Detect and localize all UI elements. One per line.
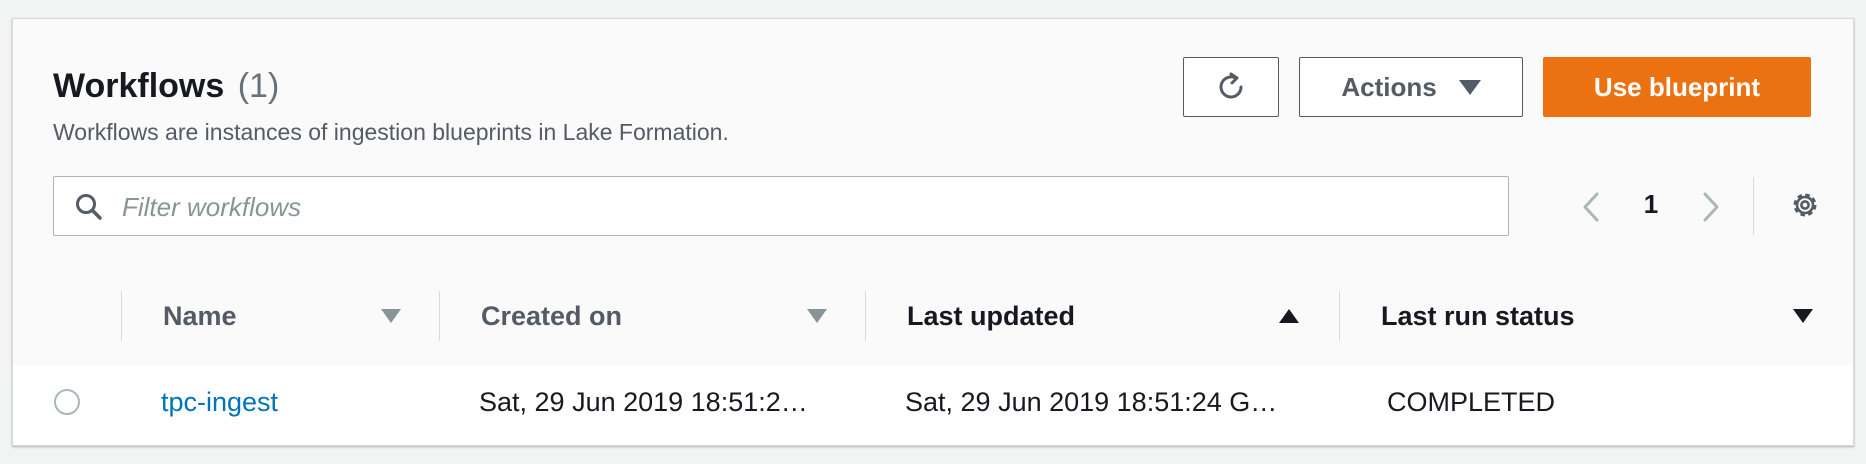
actions-dropdown-button[interactable]: Actions: [1299, 57, 1523, 117]
sort-created-on-icon[interactable]: [807, 309, 827, 323]
title-text: Workflows: [53, 67, 225, 105]
table-header: Name Created on Last updated Last run st…: [13, 267, 1853, 366]
column-header-last-updated[interactable]: Last updated: [907, 267, 1075, 365]
refresh-button[interactable]: [1183, 57, 1279, 117]
column-separator: [121, 291, 122, 341]
column-header-last-run-status[interactable]: Last run status: [1381, 267, 1575, 365]
search-icon: [76, 194, 102, 220]
created-on-cell: Sat, 29 Jun 2019 18:51:2…: [479, 387, 808, 417]
column-header-name[interactable]: Name: [163, 267, 237, 365]
column-separator: [1339, 291, 1340, 341]
sort-name-icon[interactable]: [381, 309, 401, 323]
filter-workflows-input[interactable]: [120, 177, 1494, 237]
page-title: Workflows (1): [53, 67, 279, 106]
workflow-count: (1): [237, 67, 280, 105]
gear-icon[interactable]: [1787, 187, 1823, 223]
current-page-number[interactable]: 1: [1631, 189, 1671, 220]
page-description: Workflows are instances of ingestion blu…: [53, 119, 729, 145]
next-page-icon[interactable]: [1701, 191, 1721, 223]
refresh-icon: [1219, 72, 1243, 99]
column-separator: [439, 291, 440, 341]
row-select-radio[interactable]: [54, 389, 80, 415]
panel-header: Workflows (1) Workflows are instances of…: [13, 19, 1853, 268]
sort-ascending-icon[interactable]: [1279, 309, 1299, 323]
actions-label: Actions: [1341, 71, 1437, 102]
pagination-divider: [1753, 177, 1754, 235]
sort-descending-icon[interactable]: [1793, 309, 1813, 323]
last-updated-cell: Sat, 29 Jun 2019 18:51:24 G…: [905, 387, 1278, 417]
workflows-panel: Workflows (1) Workflows are instances of…: [12, 18, 1854, 446]
workflow-name-link[interactable]: tpc-ingest: [161, 387, 461, 418]
column-header-created-on[interactable]: Created on: [481, 267, 622, 365]
filter-box: [53, 176, 1509, 237]
table-row[interactable]: tpc-ingest Sat, 29 Jun 2019 18:51:2… Sat…: [13, 365, 1853, 445]
last-run-status-cell: COMPLETED: [1387, 387, 1556, 417]
use-blueprint-button[interactable]: Use blueprint: [1543, 57, 1811, 117]
column-separator: [865, 291, 866, 341]
caret-down-icon: [1458, 79, 1481, 95]
previous-page-icon[interactable]: [1581, 191, 1601, 223]
